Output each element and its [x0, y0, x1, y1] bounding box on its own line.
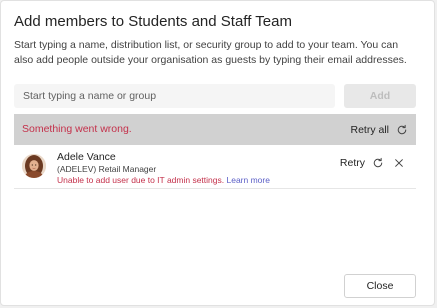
- close-button[interactable]: Close: [344, 274, 416, 298]
- member-search-input[interactable]: [14, 84, 335, 108]
- refresh-icon: [396, 124, 408, 136]
- retry-all-label: Retry all: [350, 124, 389, 136]
- close-icon[interactable]: [394, 158, 404, 168]
- member-error-text: Unable to add user due to IT admin setti…: [57, 175, 225, 185]
- member-info: Adele Vance (ADELEV) Retail Manager Unab…: [57, 151, 270, 186]
- error-message: Something went wrong.: [22, 123, 132, 135]
- add-button[interactable]: Add: [344, 84, 416, 108]
- add-members-dialog: Add members to Students and Staff Team S…: [0, 0, 435, 306]
- member-error: Unable to add user due to IT admin setti…: [57, 175, 270, 186]
- error-banner: Something went wrong. Retry all: [14, 114, 416, 145]
- retry-all-button[interactable]: Retry all: [350, 120, 408, 140]
- retry-label: Retry: [339, 157, 365, 169]
- retry-button[interactable]: Retry: [340, 157, 384, 169]
- dialog-description: Start typing a name, distribution list, …: [14, 39, 407, 66]
- dialog-title: Add members to Students and Staff Team: [14, 13, 292, 30]
- member-role: (ADELEV) Retail Manager: [57, 164, 157, 174]
- member-actions: Retry: [340, 157, 404, 169]
- member-row: Adele Vance (ADELEV) Retail Manager Unab…: [14, 146, 416, 189]
- avatar: [22, 154, 46, 178]
- learn-more-link[interactable]: Learn more: [227, 175, 270, 185]
- refresh-icon: [372, 157, 384, 169]
- member-name: Adele Vance: [57, 151, 116, 163]
